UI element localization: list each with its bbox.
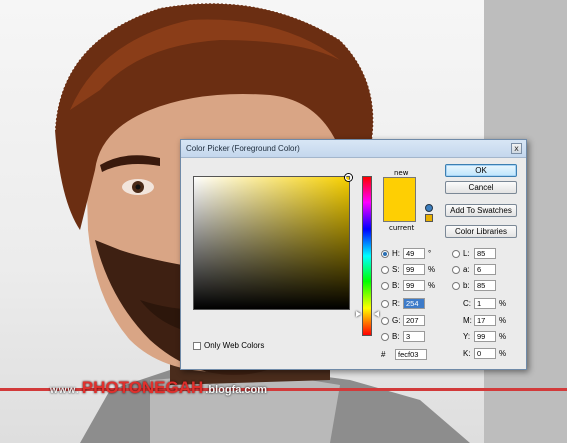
close-icon: x [514, 144, 519, 153]
hue-slider-handle-right[interactable] [374, 311, 379, 317]
blue-row: B: 3 [381, 331, 428, 342]
green-label: G: [392, 316, 401, 325]
color-libraries-button[interactable]: Color Libraries [445, 225, 517, 238]
lab-l-radio[interactable] [452, 249, 460, 258]
saturation-label: S: [392, 265, 400, 274]
lab-b-row: b: 85 [452, 280, 499, 291]
saturation-unit: % [428, 265, 436, 274]
lab-l-label: L: [463, 249, 470, 258]
hue-slider-handle-left[interactable] [356, 311, 361, 317]
new-color-label: new [394, 169, 409, 177]
hue-label: H: [392, 249, 400, 258]
hue-row: H: 49 ° [381, 248, 431, 259]
color-field[interactable] [193, 174, 352, 310]
lab-a-field[interactable]: 6 [474, 264, 496, 275]
watermark-brand: PHOTONEGAH [81, 378, 204, 397]
cancel-button[interactable]: Cancel [445, 181, 517, 194]
hue-unit: ° [428, 249, 432, 258]
cyan-unit: % [499, 299, 507, 308]
black-label: K: [463, 349, 471, 358]
saturation-row: S: 99 % [381, 264, 435, 275]
hue-slider[interactable] [362, 176, 372, 336]
black-row: K: 0 % [452, 348, 506, 359]
brightness-label: B: [392, 281, 400, 290]
current-color-label: current [389, 224, 415, 232]
brightness-field[interactable]: 99 [403, 280, 425, 291]
magenta-label: M: [463, 316, 472, 325]
black-field[interactable]: 0 [474, 348, 496, 359]
watermark-prefix: www. [50, 385, 80, 396]
lab-b-label: b: [463, 281, 470, 290]
close-button[interactable]: x [511, 143, 522, 154]
magenta-field[interactable]: 17 [474, 315, 496, 326]
yellow-field[interactable]: 99 [474, 331, 496, 342]
hex-row: # fecf03 [381, 349, 430, 360]
cyan-label: C: [463, 299, 471, 308]
saturation-field[interactable]: 99 [403, 264, 425, 275]
magenta-row: M: 17 % [452, 315, 506, 326]
blue-radio[interactable] [381, 332, 389, 341]
hue-field[interactable]: 49 [403, 248, 425, 259]
hex-label: # [381, 350, 386, 359]
red-radio[interactable] [381, 299, 389, 308]
hex-field[interactable]: fecf03 [395, 349, 427, 360]
brightness-radio[interactable] [381, 281, 389, 290]
green-row: G: 207 [381, 315, 428, 326]
watermark-suffix: .blogfa.com [205, 384, 268, 396]
lab-a-row: a: 6 [452, 264, 499, 275]
only-web-colors-option[interactable]: Only Web Colors [193, 341, 264, 350]
cyan-field[interactable]: 1 [474, 298, 496, 309]
red-field[interactable]: 254 [403, 298, 425, 309]
lab-b-radio[interactable] [452, 281, 460, 290]
blue-label: B: [392, 332, 400, 341]
new-color-swatch [383, 177, 416, 201]
gamut-correction-swatch[interactable] [425, 214, 433, 222]
red-row: R: 254 [381, 298, 428, 309]
hue-radio[interactable] [381, 249, 389, 258]
green-field[interactable]: 207 [403, 315, 425, 326]
current-color-swatch[interactable] [383, 201, 416, 222]
color-field-marker[interactable] [345, 174, 352, 181]
yellow-unit: % [499, 332, 507, 341]
yellow-label: Y: [463, 332, 471, 341]
watermark: www. PHOTONEGAH .blogfa.com [0, 378, 567, 398]
out-of-gamut-icon[interactable] [425, 204, 433, 212]
add-to-swatches-button[interactable]: Add To Swatches [445, 204, 517, 217]
yellow-row: Y: 99 % [452, 331, 506, 342]
lab-l-field[interactable]: 85 [474, 248, 496, 259]
lab-b-field[interactable]: 85 [474, 280, 496, 291]
lab-a-radio[interactable] [452, 265, 460, 274]
dialog-titlebar[interactable]: Color Picker (Foreground Color) x [181, 140, 526, 158]
magenta-unit: % [499, 316, 507, 325]
only-web-colors-checkbox[interactable] [193, 341, 201, 350]
watermark-text: www. PHOTONEGAH .blogfa.com [44, 378, 273, 398]
green-radio[interactable] [381, 316, 389, 325]
ok-button[interactable]: OK [445, 164, 517, 177]
only-web-colors-label: Only Web Colors [204, 341, 265, 350]
saturation-radio[interactable] [381, 265, 389, 274]
brightness-unit: % [428, 281, 436, 290]
black-unit: % [499, 349, 507, 358]
cyan-row: C: 1 % [452, 298, 506, 309]
color-picker-dialog: Color Picker (Foreground Color) x new cu… [180, 139, 527, 370]
brightness-row: B: 99 % [381, 280, 435, 291]
blue-field[interactable]: 3 [403, 331, 425, 342]
lab-l-row: L: 85 [452, 248, 499, 259]
lab-a-label: a: [463, 265, 470, 274]
red-label: R: [392, 299, 400, 308]
dialog-title: Color Picker (Foreground Color) [186, 144, 300, 153]
